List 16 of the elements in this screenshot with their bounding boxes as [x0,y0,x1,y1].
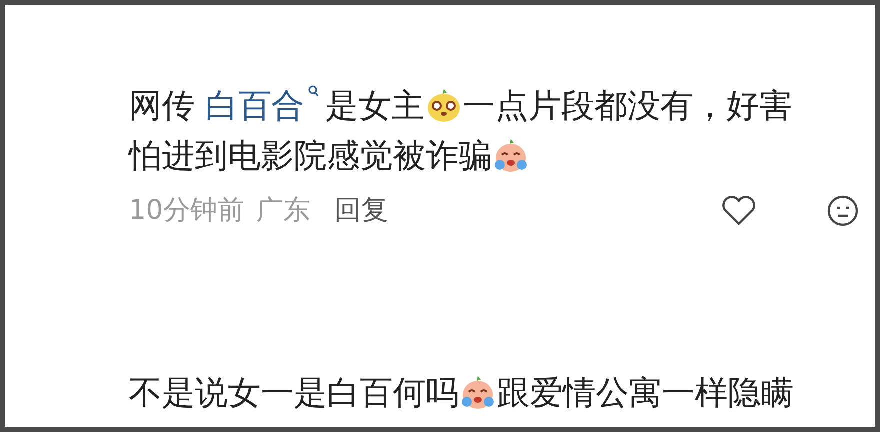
comment-text: 怕进到电影院感觉被诈骗 [129,136,492,175]
comment-text: 跟爱情公寓一样隐瞒 [497,372,794,412]
comment-text: 一点片段都没有，好害 [462,86,792,125]
comment-location: 广东 [256,194,310,228]
smiling-face-icon [426,87,462,123]
crying-face-icon [460,374,496,410]
comment-text: 网传 [129,86,196,125]
search-icon [308,85,320,99]
comment-text: 是女主 [326,86,424,125]
comment-text: 不是说女一是白百何吗 [129,372,459,412]
neutral-face-icon[interactable] [827,195,859,228]
mention-link[interactable]: 白百合 [206,81,326,131]
like-icon[interactable] [721,195,757,228]
comment-time: 10分钟前 [129,194,244,228]
reply-button[interactable]: 回复 [334,191,388,232]
crying-face-icon [493,137,529,173]
